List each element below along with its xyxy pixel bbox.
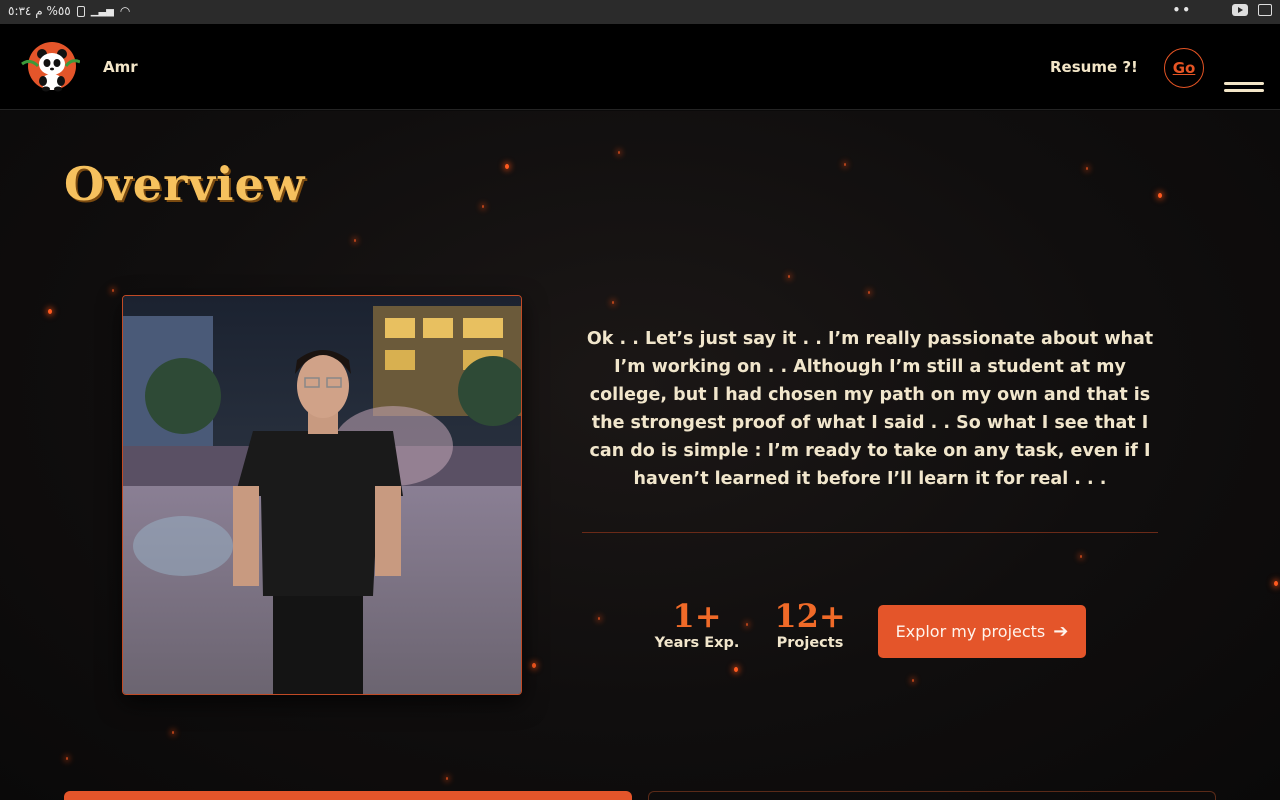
ember-particle (788, 275, 790, 278)
gallery-icon (1258, 4, 1272, 16)
overview-paragraph: Ok . . Let’s just say it . . I’m really … (586, 329, 1154, 489)
ember-particle (532, 663, 536, 668)
ember-particle (354, 239, 356, 242)
section-divider (582, 532, 1158, 533)
stat-value: 12+ (774, 597, 846, 635)
stat-label: Projects (776, 635, 844, 651)
ember-particle (734, 667, 738, 672)
ember-particle (505, 164, 509, 169)
ember-particle (1086, 167, 1088, 170)
resume-link[interactable]: Resume ?! (1050, 58, 1138, 76)
status-right: •• (1173, 3, 1272, 17)
ember-particle (172, 731, 174, 734)
go-button[interactable]: Go (1164, 48, 1204, 88)
signal-icon: ▁▃▅ (90, 5, 114, 17)
profile-photo (122, 295, 522, 695)
status-time-battery: م ٥:٣٤ ‎%٥٥ (8, 4, 71, 18)
ember-particle (868, 291, 870, 294)
ember-particle (1080, 555, 1082, 558)
overview-section: Overview Ok . . Let’s just say it . . I’… (0, 111, 1280, 800)
brand-name[interactable]: Amr (103, 58, 138, 76)
cta-label: Explor my projects (895, 622, 1046, 641)
stat-projects: 12+ Projects (770, 599, 850, 651)
youtube-icon (1232, 4, 1248, 16)
page-title: Overview (64, 157, 306, 211)
project-card-highlighted[interactable] (64, 791, 632, 800)
ember-particle (66, 757, 68, 760)
explore-projects-button[interactable]: Explor my projects ➔ (878, 605, 1086, 658)
battery-icon (76, 5, 85, 17)
hamburger-menu-icon[interactable] (1224, 82, 1264, 96)
ember-particle (598, 617, 600, 620)
stat-value: 1+ (672, 597, 722, 635)
ember-particle (1158, 193, 1162, 198)
menu-line (1224, 82, 1264, 85)
ember-particle (612, 301, 614, 304)
status-left: م ٥:٣٤ ‎%٥٥ ▁▃▅ ◠ (8, 4, 130, 18)
ember-particle (112, 289, 114, 292)
project-card[interactable] (648, 791, 1216, 800)
ember-particle (482, 205, 484, 208)
ember-particle (1274, 581, 1278, 586)
ember-particle (746, 623, 748, 626)
menu-line (1224, 89, 1264, 92)
arrow-right-icon: ➔ (1053, 621, 1069, 642)
more-dots-icon: •• (1172, 3, 1192, 17)
site-header: Amr Resume ?! Go (0, 24, 1280, 110)
wifi-icon: ◠ (119, 4, 131, 18)
stat-label: Years Exp. (654, 635, 740, 651)
panda-logo-icon[interactable] (20, 40, 81, 92)
stat-years-experience: 1+ Years Exp. (648, 599, 746, 651)
ember-particle (912, 679, 914, 682)
status-bar: م ٥:٣٤ ‎%٥٥ ▁▃▅ ◠ •• (0, 0, 1280, 24)
ember-particle (446, 777, 448, 780)
ember-particle (618, 151, 620, 154)
ember-particle (844, 163, 846, 166)
ember-particle (48, 309, 52, 314)
